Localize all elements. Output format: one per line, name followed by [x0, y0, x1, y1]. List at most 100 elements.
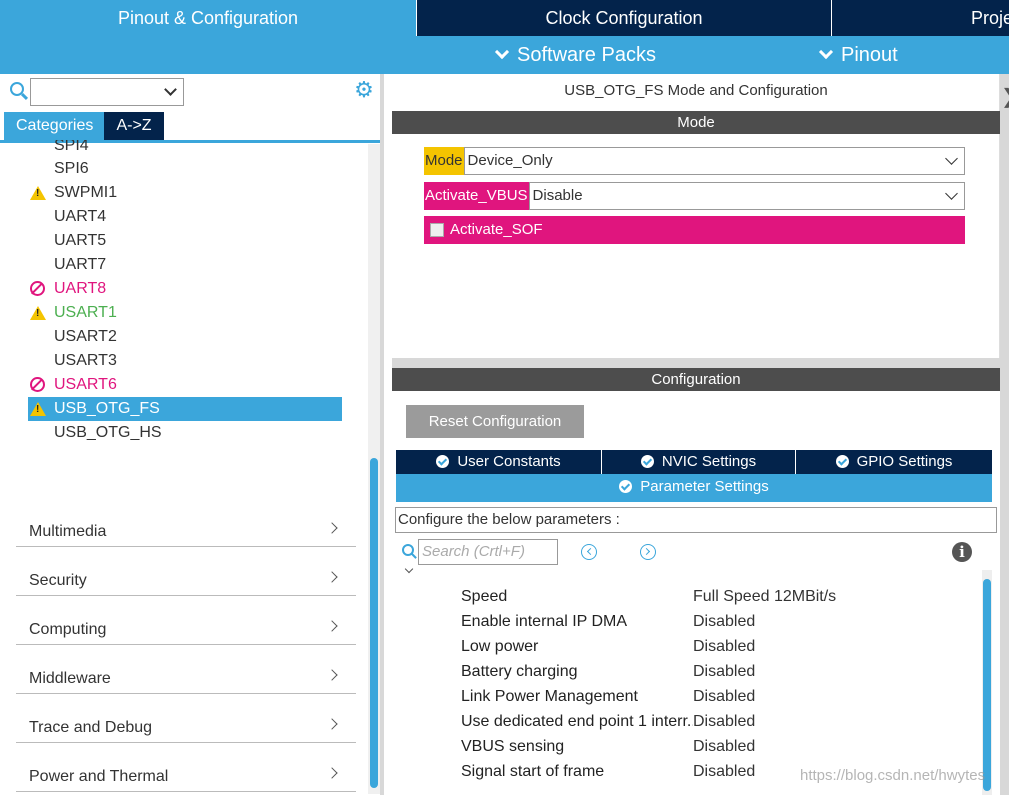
- chevron-right-icon: [326, 669, 338, 681]
- pinout-menu[interactable]: Pinout: [818, 36, 898, 74]
- gear-icon[interactable]: ⚙: [354, 79, 374, 101]
- list-item-label: UART4: [54, 208, 107, 225]
- tab-parameter-settings[interactable]: Parameter Settings: [396, 474, 992, 500]
- list-item-label: USART2: [54, 328, 117, 345]
- chevron-down-icon[interactable]: [164, 83, 177, 96]
- category-label: Security: [29, 572, 87, 589]
- parameter-name: Speed: [461, 588, 508, 605]
- parameter-row[interactable]: Battery charging Disabled: [461, 659, 981, 684]
- check-circle-icon: [436, 455, 450, 468]
- configuration-section-header: Configuration: [392, 368, 1000, 391]
- scrollbar-thumb[interactable]: [370, 458, 378, 788]
- parameter-value[interactable]: Disabled: [693, 734, 981, 759]
- parameter-search-input[interactable]: Search (Crtl+F): [418, 539, 558, 565]
- tab-categories[interactable]: Categories: [4, 112, 104, 140]
- list-item-uart8[interactable]: UART8: [28, 277, 348, 301]
- chevron-right-icon: [326, 718, 338, 730]
- category-middleware[interactable]: Middleware: [16, 645, 356, 694]
- parameter-value[interactable]: Disabled: [693, 634, 981, 659]
- reset-configuration-button[interactable]: Reset Configuration: [406, 405, 584, 438]
- tab-gpio-settings[interactable]: GPIO Settings: [796, 450, 992, 474]
- warning-icon: [30, 186, 46, 200]
- parameter-row[interactable]: Low power Disabled: [461, 634, 981, 659]
- parameter-row[interactable]: Enable internal IP DMA Disabled: [461, 609, 981, 634]
- list-item-usart3[interactable]: USART3: [28, 349, 348, 373]
- parameter-row[interactable]: Link Power Management Disabled: [461, 684, 981, 709]
- parameter-value[interactable]: Disabled: [693, 659, 981, 684]
- list-item-spi4[interactable]: SPI4: [28, 140, 348, 157]
- chevron-right-icon: [326, 620, 338, 632]
- chevron-right-icon[interactable]: ❯: [1001, 82, 1009, 112]
- tab-pinout-configuration[interactable]: Pinout & Configuration: [0, 0, 416, 36]
- tab-label: Parameter Settings: [640, 478, 769, 495]
- chevron-down-icon: [818, 44, 834, 60]
- parameter-value[interactable]: Disabled: [693, 609, 981, 634]
- tab-a-to-z[interactable]: A->Z: [104, 112, 164, 140]
- info-icon[interactable]: i: [952, 542, 972, 562]
- chevron-down-icon: [945, 152, 958, 165]
- watermark: https://blog.csdn.net/hwytes: [800, 767, 986, 784]
- list-item-usart2[interactable]: USART2: [28, 325, 348, 349]
- parameter-name: Use dedicated end point 1 interr...: [461, 713, 693, 730]
- parameter-row[interactable]: Speed Full Speed 12MBit/s: [461, 584, 981, 609]
- tab-user-constants[interactable]: User Constants: [396, 450, 602, 474]
- list-item-usb-otg-hs[interactable]: USB_OTG_HS: [28, 421, 348, 445]
- scrollbar-thumb[interactable]: [983, 579, 991, 791]
- check-circle-icon: [640, 455, 654, 468]
- mode-section-header: Mode: [392, 111, 1000, 134]
- search-combo-box[interactable]: [30, 78, 184, 106]
- category-computing[interactable]: Computing: [16, 596, 356, 645]
- software-packs-menu[interactable]: Software Packs: [494, 36, 656, 74]
- warning-icon: [30, 306, 46, 320]
- list-item-uart5[interactable]: UART5: [28, 229, 348, 253]
- parameter-row[interactable]: Use dedicated end point 1 interr... Disab…: [461, 709, 981, 734]
- parameter-row[interactable]: VBUS sensing Disabled: [461, 734, 981, 759]
- category-multimedia[interactable]: Multimedia: [16, 498, 356, 547]
- vbus-label: Activate_VBUS: [424, 182, 529, 210]
- parameter-value[interactable]: Full Speed 12MBit/s: [693, 584, 981, 609]
- list-item-spi6[interactable]: SPI6: [28, 157, 348, 181]
- tab-label: NVIC Settings: [661, 453, 757, 470]
- list-item-uart7[interactable]: UART7: [28, 253, 348, 277]
- view-tabs: Categories A->Z: [4, 112, 164, 140]
- list-item-uart4[interactable]: UART4: [28, 205, 348, 229]
- warning-icon: [30, 402, 46, 416]
- category-security[interactable]: Security: [16, 547, 356, 596]
- activate-sof-row[interactable]: Activate_SOF: [424, 216, 965, 244]
- tab-project-manager[interactable]: Proje: [831, 0, 1009, 36]
- list-item-label: USB_OTG_HS: [54, 424, 162, 441]
- tab-nvic-settings[interactable]: NVIC Settings: [602, 450, 796, 474]
- tab-clock-configuration[interactable]: Clock Configuration: [416, 0, 831, 36]
- software-packs-label: Software Packs: [517, 44, 656, 66]
- category-power-and-thermal[interactable]: Power and Thermal: [16, 743, 356, 792]
- mode-select[interactable]: Device_Only: [463, 147, 965, 175]
- list-item-label: USB_OTG_FS: [54, 400, 160, 417]
- vbus-select-value: Disable: [532, 187, 583, 204]
- list-item-swpmi1[interactable]: SWPMI1: [28, 181, 348, 205]
- vbus-field: Activate_VBUS Disable: [424, 182, 965, 210]
- previous-match-icon[interactable]: [581, 544, 597, 560]
- list-item-usart1[interactable]: USART1: [28, 301, 348, 325]
- mode-select-value: Device_Only: [467, 152, 553, 169]
- parameter-value[interactable]: Disabled: [693, 684, 981, 709]
- panel-divider[interactable]: [392, 358, 1000, 368]
- peripheral-list: SPI4 SPI6 SWPMI1 UART4 UART5 UART7 UART8…: [28, 140, 348, 445]
- chevron-right-icon: [326, 522, 338, 534]
- tab-label: GPIO Settings: [856, 453, 953, 470]
- list-item-label: SPI4: [54, 140, 89, 154]
- right-panel: USB_OTG_FS Mode and Configuration Mode M…: [392, 74, 1000, 795]
- category-trace-and-debug[interactable]: Trace and Debug: [16, 694, 356, 743]
- list-item-usart6[interactable]: USART6: [28, 373, 348, 397]
- activate-sof-checkbox[interactable]: [430, 223, 444, 237]
- parameter-value[interactable]: Disabled: [693, 709, 981, 734]
- list-item-label: SWPMI1: [54, 184, 118, 201]
- parameter-name: Link Power Management: [461, 688, 638, 705]
- no-entry-icon: [30, 377, 45, 392]
- chevron-down-icon[interactable]: [404, 564, 414, 574]
- category-label: Trace and Debug: [29, 719, 153, 736]
- vbus-select[interactable]: Disable: [528, 182, 965, 210]
- pinout-label: Pinout: [841, 44, 898, 66]
- next-match-icon[interactable]: [640, 544, 656, 560]
- parameter-name: Signal start of frame: [461, 763, 605, 780]
- list-item-usb-otg-fs[interactable]: USB_OTG_FS: [28, 397, 342, 421]
